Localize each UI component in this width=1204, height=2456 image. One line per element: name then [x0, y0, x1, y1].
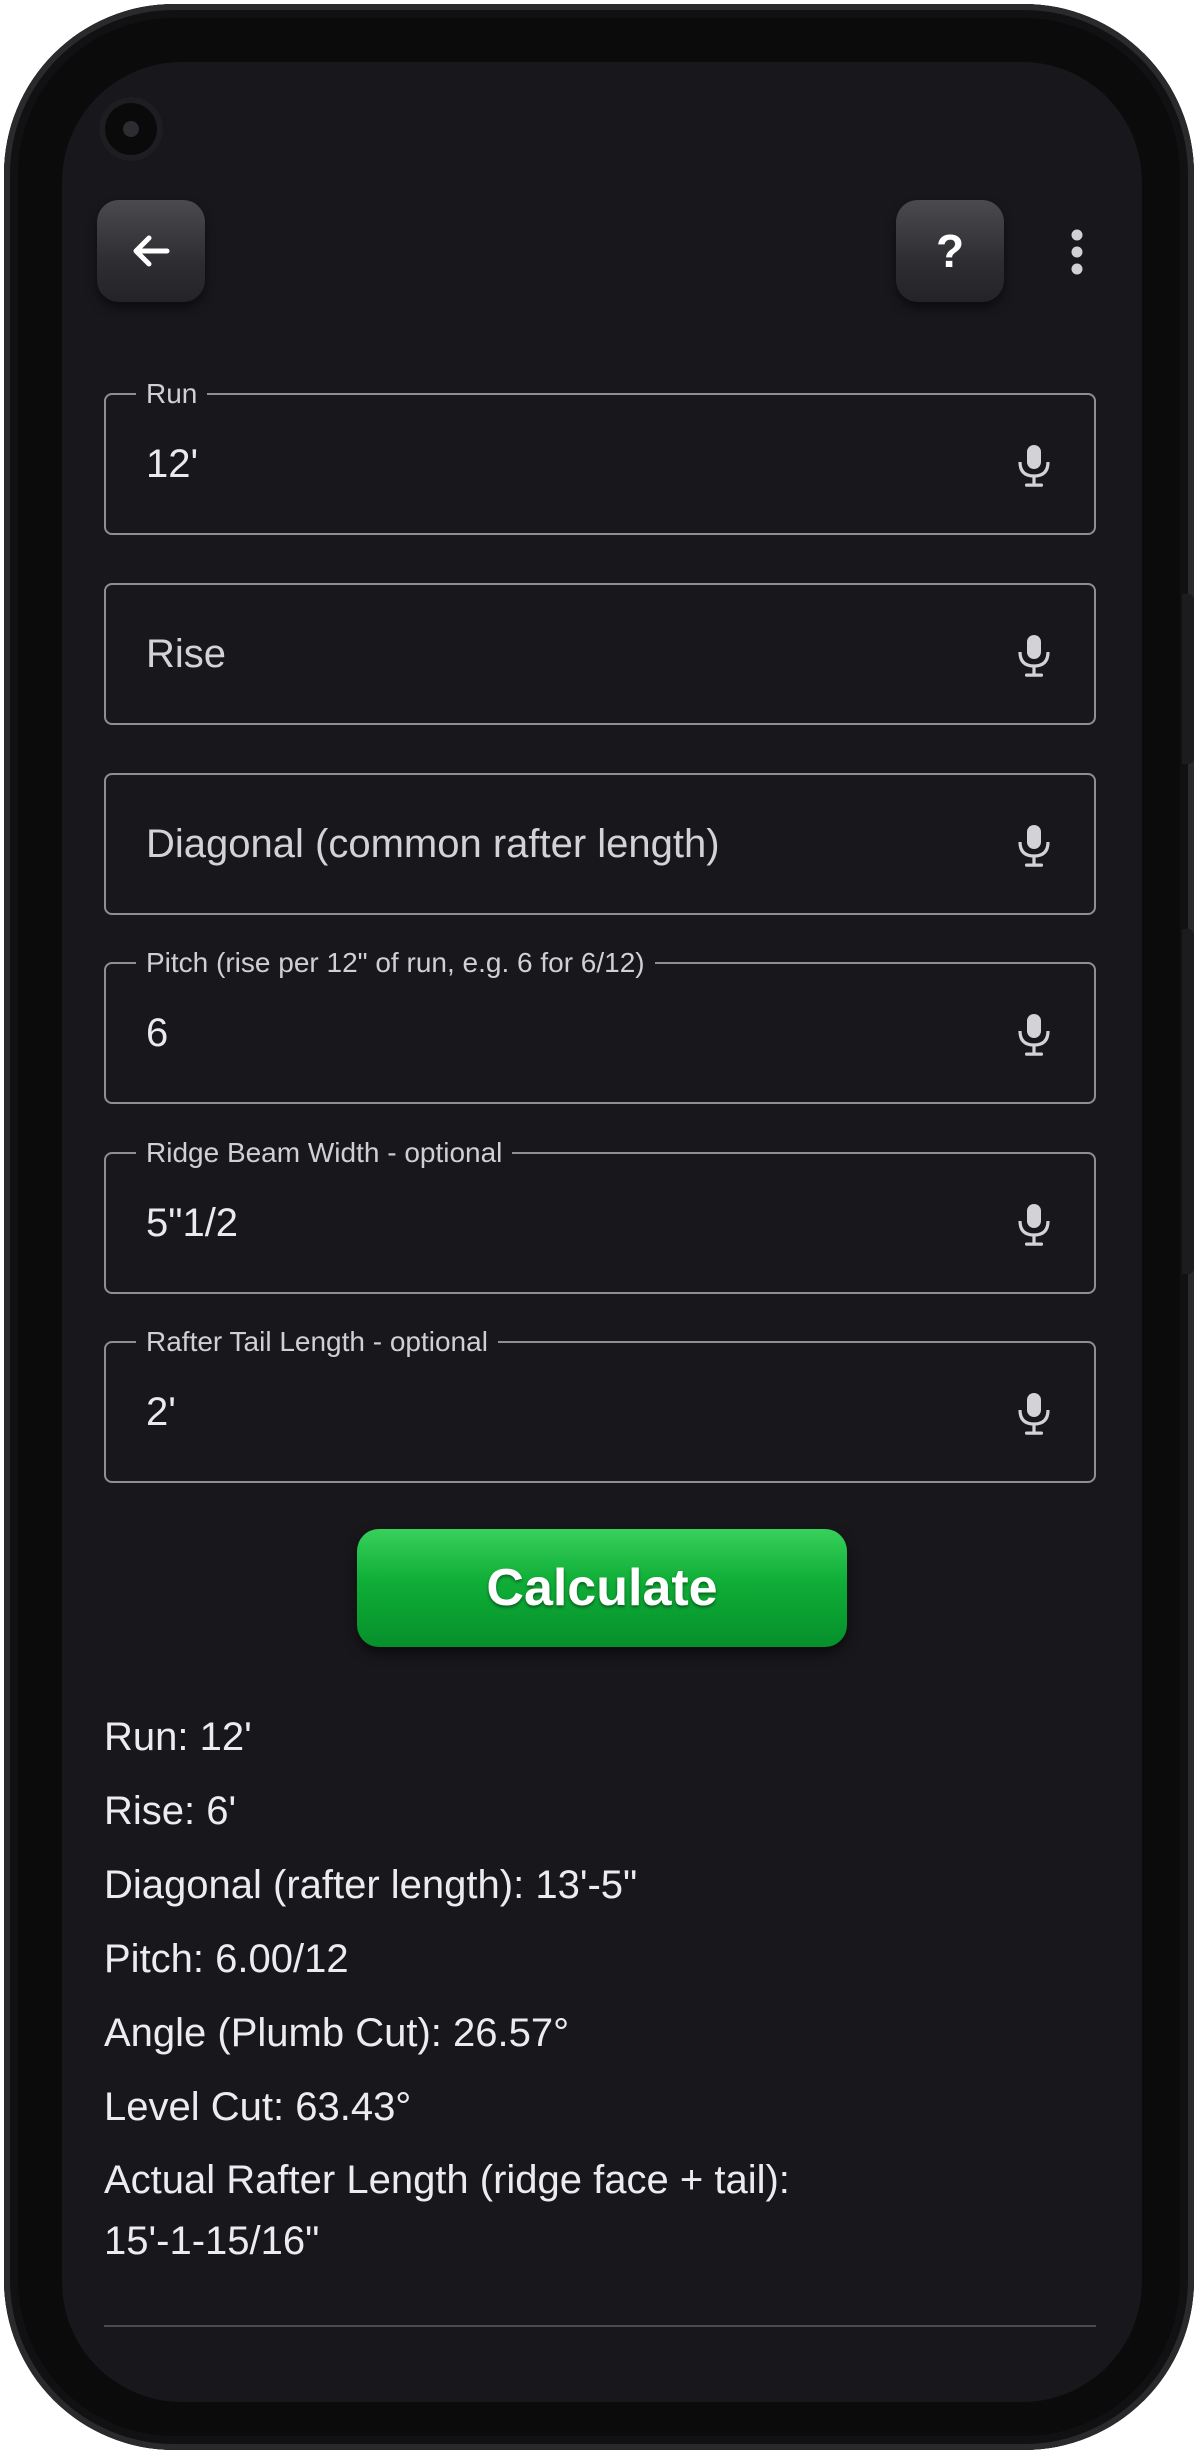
result-run: Run: 12'	[104, 1715, 252, 1759]
divider	[104, 2325, 1096, 2327]
app-screen: ? Run 12' Rise Diagonal (common rafter l…	[62, 62, 1142, 2402]
microphone-icon[interactable]	[1014, 1202, 1054, 1248]
power-button	[1182, 929, 1194, 1274]
ridge-beam-width-value[interactable]: 5"1/2	[146, 1154, 238, 1292]
result-pitch: Pitch: 6.00/12	[104, 1937, 349, 1981]
calculate-button[interactable]: Calculate	[357, 1529, 847, 1647]
front-camera	[99, 97, 163, 161]
diagonal-field[interactable]: Diagonal (common rafter length)	[104, 773, 1096, 915]
result-rise: Rise: 6'	[104, 1789, 237, 1833]
result-level-cut: Level Cut: 63.43°	[104, 2085, 412, 2129]
microphone-icon[interactable]	[1014, 823, 1054, 869]
pitch-label: Pitch (rise per 12" of run, e.g. 6 for 6…	[136, 946, 655, 980]
diagonal-placeholder[interactable]: Diagonal (common rafter length)	[146, 775, 720, 913]
more-options-button[interactable]	[1052, 222, 1102, 282]
back-button[interactable]	[97, 200, 205, 302]
help-button[interactable]: ?	[896, 200, 1004, 302]
rise-placeholder[interactable]: Rise	[146, 585, 226, 723]
result-plumb-cut-angle: Angle (Plumb Cut): 26.57°	[104, 2011, 570, 2055]
calculate-label: Calculate	[486, 1559, 718, 1617]
microphone-icon[interactable]	[1014, 633, 1054, 679]
pitch-field[interactable]: Pitch (rise per 12" of run, e.g. 6 for 6…	[104, 946, 1096, 1104]
rafter-tail-length-value[interactable]: 2'	[146, 1343, 176, 1481]
run-field[interactable]: Run 12'	[104, 377, 1096, 535]
microphone-icon[interactable]	[1014, 1391, 1054, 1437]
ridge-beam-width-field[interactable]: Ridge Beam Width - optional 5"1/2	[104, 1136, 1096, 1294]
more-vert-icon	[1071, 229, 1083, 275]
volume-button	[1182, 594, 1194, 764]
phone-frame: ? Run 12' Rise Diagonal (common rafter l…	[4, 4, 1194, 2450]
pitch-input-value[interactable]: 6	[146, 964, 168, 1102]
rafter-tail-length-field[interactable]: Rafter Tail Length - optional 2'	[104, 1325, 1096, 1483]
microphone-icon[interactable]	[1014, 443, 1054, 489]
result-diagonal: Diagonal (rafter length): 13'-5"	[104, 1863, 638, 1907]
rafter-tail-length-label: Rafter Tail Length - optional	[136, 1325, 498, 1359]
result-actual-rafter-length: Actual Rafter Length (ridge face + tail)…	[104, 2158, 790, 2263]
run-input-value[interactable]: 12'	[146, 395, 198, 533]
help-label: ?	[935, 225, 965, 277]
rise-field[interactable]: Rise	[104, 583, 1096, 725]
arrow-left-icon	[133, 235, 170, 267]
microphone-icon[interactable]	[1014, 1012, 1054, 1058]
results-panel: Run: 12' Rise: 6' Diagonal (rafter lengt…	[104, 1700, 1094, 2272]
